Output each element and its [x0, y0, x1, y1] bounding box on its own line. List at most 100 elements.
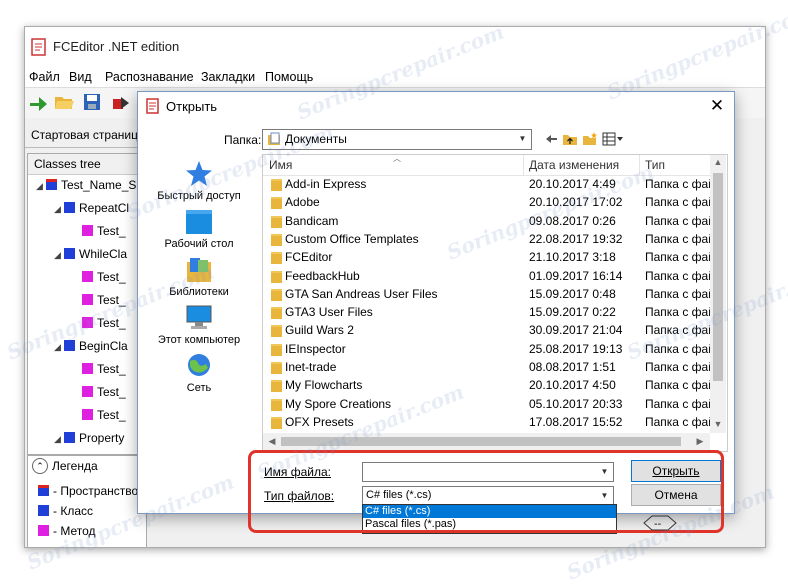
place-network[interactable]: Сеть — [146, 352, 252, 400]
file-date: 25.08.2017 19:13 — [529, 341, 623, 356]
tree-node[interactable]: ◢ BeginCla — [54, 339, 128, 357]
file-date: 08.08.2017 1:51 — [529, 360, 616, 374]
file-type: Папка с фай — [645, 378, 715, 393]
file-row[interactable]: GTA3 User Files 15.09.2017 0:22 Папка с фа… — [263, 303, 715, 321]
file-row[interactable]: Guild Wars 2 30.09.2017 21:04 Папка с фай — [263, 321, 715, 339]
method-icon — [82, 225, 93, 236]
expand-triangle-icon[interactable]: ◢ — [36, 181, 46, 192]
file-row[interactable]: My Spore Creations 05.10.2017 20:33 Папка … — [263, 395, 715, 413]
tree-node[interactable]: Test_ — [72, 362, 126, 380]
tree-node[interactable]: ◢ RepeatCl — [54, 201, 129, 219]
file-row[interactable]: My Flowcharts 20.10.2017 4:50 Папка с фай — [263, 376, 715, 394]
dialog-title-bar: Открыть ✕ — [138, 92, 734, 120]
new-folder-icon[interactable] — [582, 131, 598, 147]
file-row[interactable]: Bandicam 09.08.2017 0:26 Папка с фай — [263, 212, 715, 230]
menu-view[interactable]: Вид — [69, 70, 92, 84]
tree-node[interactable]: Test_ — [72, 408, 126, 426]
menu-file[interactable]: Файл — [29, 70, 60, 84]
place-desktop[interactable]: Рабочий стол — [146, 208, 252, 256]
horizontal-scrollbar[interactable]: ◀ ▶ — [263, 433, 710, 450]
tree-node[interactable]: Test_ — [72, 224, 126, 242]
expand-triangle-icon[interactable]: ◢ — [54, 250, 64, 261]
legend-item-method: - Метод — [38, 524, 96, 538]
svg-text:--: -- — [654, 519, 662, 530]
tree-node[interactable]: Test_ — [72, 316, 126, 334]
tree-node-label: Test_ — [97, 224, 126, 238]
file-name: FCEditor — [285, 250, 333, 265]
app-logo-icon — [31, 38, 46, 56]
classes-tree-rows: ◢ Test_Name_S ◢ RepeatCl Test_ ◢ WhileCla Test_… — [28, 178, 146, 454]
column-name[interactable]: Имя — [269, 158, 292, 172]
file-name: My Flowcharts — [285, 378, 363, 393]
file-date: 15.09.2017 0:22 — [529, 305, 616, 320]
column-type[interactable]: Тип — [645, 158, 665, 172]
file-type: Папка с фай — [645, 414, 715, 429]
file-row[interactable]: Add-in Express 20.10.2017 4:49 Папка с фай — [263, 175, 715, 193]
chevron-down-icon[interactable]: ▼ — [515, 131, 530, 146]
place-libraries[interactable]: Библиотеки — [146, 256, 252, 304]
place-this-pc[interactable]: Этот компьютер — [146, 304, 252, 352]
tree-node[interactable]: Test_ — [72, 270, 126, 288]
new-icon[interactable] — [27, 91, 49, 113]
file-row[interactable]: FeedbackHub 01.09.2017 16:14 Папка с фай — [263, 267, 715, 285]
file-row[interactable]: Custom Office Templates 22.08.2017 19:32 П… — [263, 230, 715, 248]
column-separator[interactable] — [523, 155, 524, 175]
file-row[interactable]: IEInspector 25.08.2017 19:13 Папка с фай — [263, 340, 715, 358]
close-icon[interactable]: ✕ — [706, 95, 728, 117]
network-icon — [188, 354, 210, 376]
file-type: Папка с фай — [645, 268, 715, 283]
view-menu-icon[interactable] — [602, 132, 624, 146]
folder-icon — [271, 197, 282, 210]
file-row[interactable]: Inet-trade 08.08.2017 1:51 Папка с фай — [263, 358, 715, 376]
place-quick-access[interactable]: Быстрый доступ — [146, 160, 252, 208]
file-row[interactable]: Adobe 20.10.2017 17:02 Папка с фай — [263, 193, 715, 211]
class-icon — [64, 248, 75, 259]
file-row[interactable]: GTA San Andreas User Files 15.09.2017 0:4… — [263, 285, 715, 303]
open-folder-icon[interactable] — [53, 91, 75, 113]
legend-item-class: - Класс — [38, 504, 93, 518]
file-type: Папка с фай — [645, 250, 715, 265]
tree-node[interactable]: ◢ Test_Name_S — [36, 178, 136, 196]
scroll-right-icon[interactable]: ▶ — [693, 436, 707, 447]
legend-collapse-icon[interactable]: ⌃ — [32, 458, 48, 474]
desktop-icon — [186, 210, 212, 234]
tree-node[interactable]: ◢ Property — [54, 431, 124, 449]
back-arrow-icon[interactable] — [544, 132, 558, 146]
legend-panel: ⌃ Легенда - Пространство - Класс - Метод — [27, 455, 147, 547]
up-folder-icon[interactable] — [562, 131, 578, 147]
expand-triangle-icon[interactable]: ◢ — [54, 342, 64, 353]
folder-combo[interactable]: Документы ▼ — [262, 129, 532, 150]
export-icon[interactable] — [109, 91, 131, 113]
scroll-down-icon[interactable]: ▼ — [711, 419, 725, 429]
class-icon — [64, 202, 75, 213]
vertical-scrollbar[interactable]: ▲ ▼ — [710, 155, 726, 433]
scroll-left-icon[interactable]: ◀ — [265, 436, 279, 447]
scroll-up-icon[interactable]: ▲ — [711, 157, 725, 167]
file-row[interactable]: FCEditor 21.10.2017 3:18 Папка с фай — [263, 248, 715, 266]
class-icon — [64, 340, 75, 351]
expand-triangle-icon[interactable]: ◢ — [54, 434, 64, 445]
method-icon — [82, 294, 93, 305]
column-date[interactable]: Дата изменения — [529, 158, 619, 172]
file-row[interactable]: OFX Presets 17.08.2017 15:52 Папка с фай — [263, 413, 715, 431]
column-separator[interactable] — [639, 155, 640, 175]
horizontal-scroll-thumb[interactable] — [281, 437, 681, 446]
menu-help[interactable]: Помощь — [265, 70, 313, 84]
tree-node[interactable]: Test_ — [72, 293, 126, 311]
file-date: 30.09.2017 21:04 — [529, 323, 623, 338]
places-bar: Быстрый доступ Рабочий стол Библиотеки Э… — [146, 152, 252, 452]
file-type: Папка с фай — [645, 323, 715, 338]
menu-recognition[interactable]: Распознавание — [105, 70, 194, 84]
save-icon[interactable] — [81, 91, 103, 113]
tree-node-label: Test_ — [97, 270, 126, 284]
tree-node[interactable]: Test_ — [72, 385, 126, 403]
menu-bookmarks[interactable]: Закладки — [201, 70, 255, 84]
vertical-scroll-thumb[interactable] — [713, 173, 723, 381]
file-type: Папка с фай — [645, 396, 715, 411]
expand-triangle-icon[interactable]: ◢ — [54, 204, 64, 215]
method-icon — [82, 271, 93, 282]
tab-start-page-label: Стартовая страница — [31, 128, 145, 142]
namespace-icon — [38, 485, 49, 496]
file-type: Папка с фай — [645, 177, 715, 191]
tree-node[interactable]: ◢ WhileCla — [54, 247, 127, 265]
